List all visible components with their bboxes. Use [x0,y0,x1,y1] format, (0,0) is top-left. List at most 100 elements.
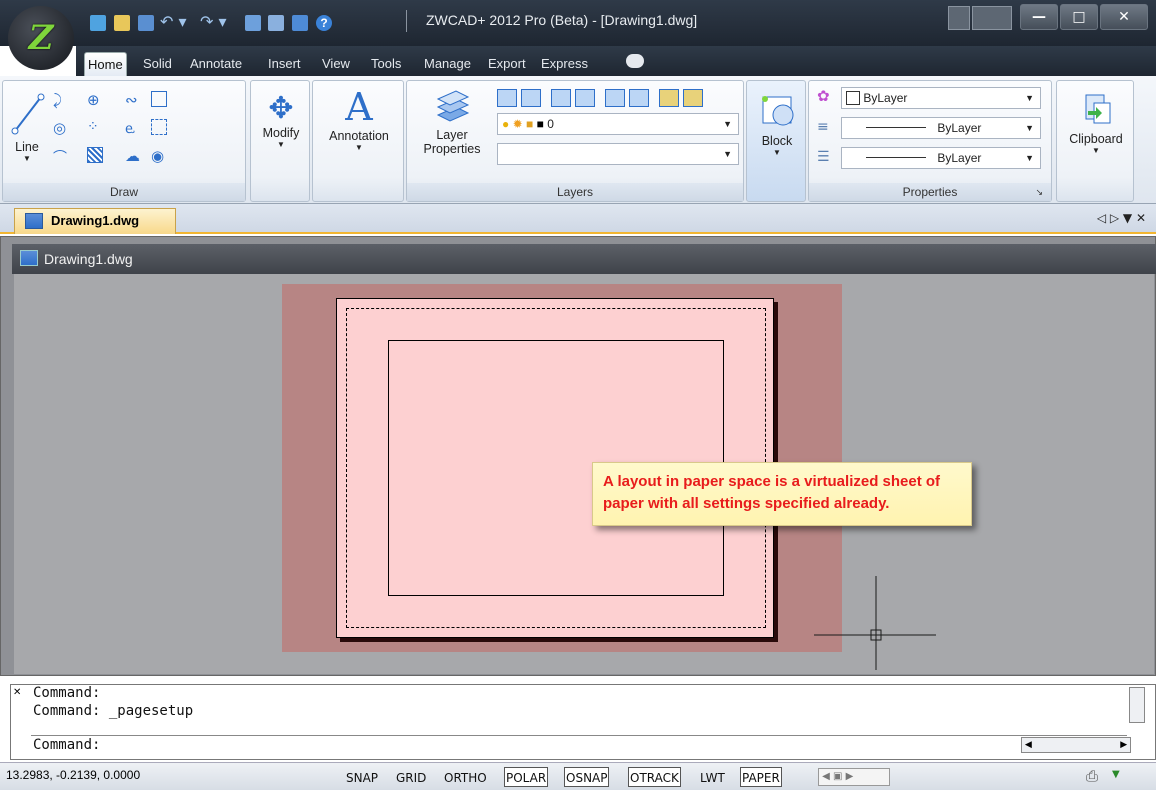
minimize-button[interactable]: — [1020,4,1058,30]
layer-dropdown[interactable]: ● ✹ ■ ■ 0 ▼ [497,113,739,135]
paper-toggle[interactable]: PAPER [740,767,782,787]
point-icon[interactable]: ⁘ [87,119,103,135]
clipboard-label: Clipboard [1069,132,1123,146]
hatch-icon[interactable] [87,147,103,163]
clipboard-button[interactable]: Clipboard ▼ [1059,89,1133,155]
layout-icon[interactable] [948,6,970,30]
lightbulb-icon: ● [502,117,510,131]
document-tab[interactable]: Drawing1.dwg [14,208,176,234]
tab-nav-controls[interactable]: ◁ ▷ ▼ ✕ [1097,211,1146,225]
app-logo[interactable]: Z [8,6,74,70]
chevron-down-icon[interactable]: ▼ [1112,769,1120,780]
printer-icon[interactable]: ⎙ [1086,767,1098,785]
grid-toggle[interactable]: GRID [394,767,428,787]
polar-toggle[interactable]: POLAR [504,767,549,787]
polyline-icon[interactable]: ⤸ [53,91,69,109]
save-icon[interactable] [138,15,154,31]
tab-export[interactable]: Export [485,52,529,76]
color-wheel-icon: ✿ [817,87,830,105]
cloud-icon[interactable]: ☁ [125,147,141,165]
block-panel: Block ▼ [746,80,806,202]
layer-tool-icon[interactable] [521,89,541,107]
undo-icon[interactable]: ↶ ▾ [160,12,187,31]
region-icon[interactable] [151,119,167,135]
spline-icon[interactable]: ∾ [125,91,141,109]
command-history-line: Command: [33,685,101,701]
snap-toggle[interactable]: SNAP [344,767,380,787]
rectangle-icon[interactable] [151,91,167,107]
close-button[interactable]: ✕ [1100,4,1148,30]
block-label: Block [761,134,793,148]
otrack-toggle[interactable]: OTRACK [628,767,681,787]
lineweight-dropdown[interactable]: ByLayer ▼ [841,147,1041,169]
layer-tool-icon[interactable] [575,89,595,107]
plot-icon[interactable] [268,15,284,31]
layers-panel-label: Layers [407,183,743,201]
redo-icon[interactable]: ↷ ▾ [200,12,227,31]
arc-icon[interactable]: ⌒ [53,147,69,166]
layer-properties-label: Layer Properties [423,128,481,156]
layout-scroll[interactable]: ◀ ▣ ▶ [818,768,890,786]
layer-properties-button[interactable]: Layer Properties [415,85,489,156]
workspace-icon[interactable] [972,6,1012,30]
color-dropdown[interactable]: ByLayer ▼ [841,87,1041,109]
tab-insert[interactable]: Insert [265,52,304,76]
layer-tool-icon[interactable] [605,89,625,107]
color-swatch-icon: ■ [536,117,544,131]
publish-icon[interactable] [292,15,308,31]
annotation-label: Annotation [329,129,389,143]
linetype-dropdown[interactable]: ByLayer ▼ [841,117,1041,139]
drawing-window-label: Drawing1.dwg [44,251,133,267]
clipboard-panel: Clipboard ▼ [1056,80,1134,202]
properties-panel-label: Properties ↘ [809,183,1051,201]
chevron-down-icon: ▼ [1025,123,1034,133]
circle-icon[interactable]: ◎ [53,119,69,137]
line-sample [866,127,926,128]
tab-tools[interactable]: Tools [368,52,404,76]
modify-button[interactable]: ✥ Modify ▼ [253,91,309,149]
dwg-file-icon [25,213,43,229]
drawing-window-title: Drawing1.dwg [12,244,1156,274]
layers-panel: Layer Properties ● ✹ ■ ■ 0 ▼ ▼ Layers [406,80,744,202]
annotation-button[interactable]: A Annotation ▼ [315,85,403,152]
chevron-down-icon: ▼ [723,149,732,159]
print-preview-icon[interactable] [245,15,261,31]
layer-tool-icon[interactable] [683,89,703,107]
help-icon[interactable]: ? [316,15,332,31]
horizontal-scrollbar[interactable]: ◀ ▶ [1021,737,1131,753]
linetype-icon: ≡ [817,119,829,135]
tab-manage[interactable]: Manage [421,52,474,76]
line-icon [11,93,45,135]
properties-panel: ✿ ByLayer ▼ ≡ ByLayer ▼ ☰ ByLayer ▼ Prop… [808,80,1052,202]
separator [31,735,1127,736]
circle-center-icon[interactable]: ⊕ [87,91,103,109]
layer-tool-icon[interactable] [629,89,649,107]
close-icon[interactable]: ✕ [13,687,21,698]
lock-icon: ■ [526,117,534,131]
panel-launcher-icon[interactable]: ↘ [1035,183,1043,201]
tab-annotate[interactable]: Annotate [187,52,245,76]
tab-home[interactable]: Home [84,52,127,76]
new-icon[interactable] [90,15,106,31]
donut-icon[interactable]: ◉ [151,147,167,165]
ribbon-minimize-icon[interactable] [626,54,644,68]
maximize-button[interactable]: □ [1060,4,1098,30]
lwt-toggle[interactable]: LWT [698,767,727,787]
layer-tool-icon[interactable] [551,89,571,107]
layer-tool-icon[interactable] [659,89,679,107]
open-icon[interactable] [114,15,130,31]
layer-states-dropdown[interactable]: ▼ [497,143,739,165]
tab-express[interactable]: Express [538,52,591,76]
status-bar: 13.2983, -0.2139, 0.0000 SNAP GRID ORTHO… [0,762,1156,790]
osnap-toggle[interactable]: OSNAP [564,767,610,787]
block-button[interactable]: Block ▼ [749,87,805,157]
ortho-toggle[interactable]: ORTHO [442,767,489,787]
tab-solid[interactable]: Solid [140,52,175,76]
layer-tool-icon[interactable] [497,89,517,107]
vertical-scrollbar[interactable] [1129,687,1145,723]
line-label: Line [15,140,39,154]
tab-view[interactable]: View [319,52,353,76]
command-prompt[interactable]: Command: [33,737,100,753]
line-button[interactable]: Line ▼ [7,89,47,173]
revcloud-icon[interactable]: ⱸ [125,119,141,137]
